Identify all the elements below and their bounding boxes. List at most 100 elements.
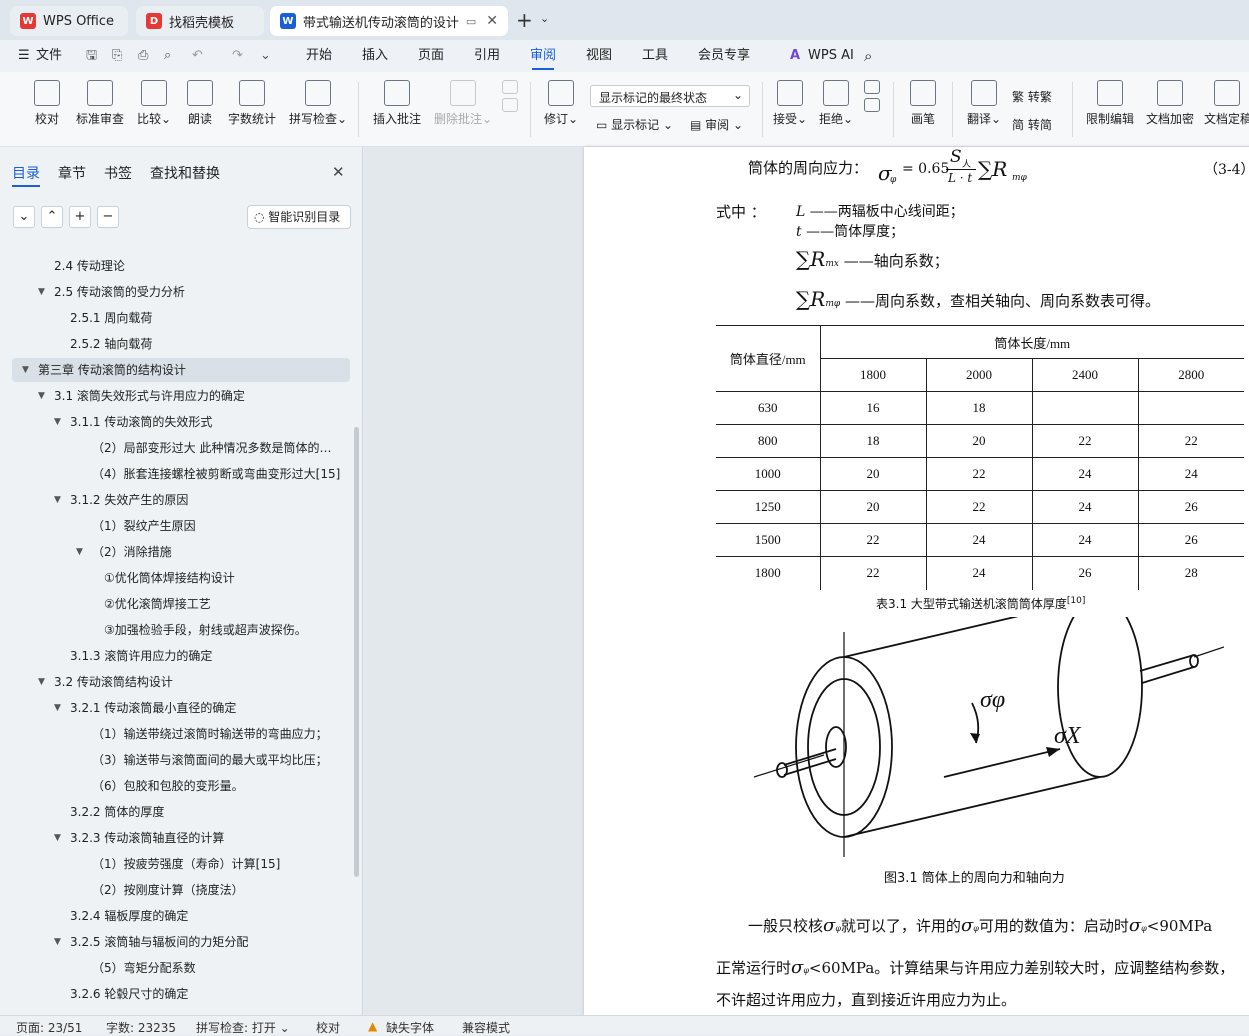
- show-markup-button[interactable]: ▭ 显示标记 ⌄: [596, 116, 673, 133]
- toc-item[interactable]: 3.1.3 滚筒许用应力的确定: [12, 644, 350, 668]
- missing-font-status[interactable]: 缺失字体: [386, 1019, 434, 1036]
- proofread-button[interactable]: 校对: [30, 80, 64, 127]
- word-count-button[interactable]: 字数统计: [226, 80, 278, 127]
- menu-page[interactable]: 页面: [418, 40, 444, 72]
- to-traditional-button[interactable]: 繁 转繁: [1012, 88, 1052, 105]
- review-pane-button[interactable]: ▤ 审阅 ⌄: [690, 116, 743, 133]
- collapse-up-button[interactable]: ⌃: [41, 206, 63, 228]
- spell-check-button[interactable]: 拼写检查⌄: [288, 80, 348, 127]
- toc-item[interactable]: ▼ 3.2.5 滚筒轴与辐板间的力矩分配: [12, 930, 350, 954]
- expand-arrow-icon[interactable]: ▼: [22, 358, 29, 382]
- menu-wps-ai[interactable]: WPS AI: [808, 40, 854, 72]
- pane-scrollbar[interactable]: [354, 427, 359, 877]
- close-tab-icon[interactable]: ✕: [486, 13, 498, 29]
- prev-comment-button[interactable]: [500, 80, 520, 116]
- toc-item[interactable]: ▼ 3.1.1 传动滚筒的失效形式: [12, 410, 350, 434]
- word-count[interactable]: 字数: 23235: [106, 1019, 176, 1036]
- toc-item[interactable]: 3.2.4 辐板厚度的确定: [12, 904, 350, 928]
- export-icon[interactable]: ⎘: [112, 40, 122, 72]
- menu-home[interactable]: 开始: [306, 40, 332, 72]
- translate-button[interactable]: 翻译⌄: [964, 80, 1004, 127]
- toc-item[interactable]: 3.2.2 筒体的厚度: [12, 800, 350, 824]
- insert-comment-button[interactable]: 插入批注: [372, 80, 422, 127]
- expand-arrow-icon[interactable]: ▼: [54, 930, 61, 954]
- expand-arrow-icon[interactable]: ▼: [38, 670, 45, 694]
- expand-arrow-icon[interactable]: ▼: [54, 826, 61, 850]
- toc-item[interactable]: 2.5.2 轴向载荷: [12, 332, 350, 356]
- toc-item[interactable]: （3）输送带与滚筒面间的最大或平均比压；: [12, 748, 350, 772]
- tab-document[interactable]: W 带式输送机传动滚筒的设计 说 ▭ ✕: [270, 6, 508, 36]
- expand-arrow-icon[interactable]: ▼: [54, 696, 61, 720]
- tab-docer-templates[interactable]: D 找稻壳模板: [136, 6, 264, 36]
- menu-tools[interactable]: 工具: [642, 40, 668, 72]
- toc-item[interactable]: ▼ 3.1.2 失效产生的原因: [12, 488, 350, 512]
- toc-item[interactable]: （5）弯矩分配系数: [12, 956, 350, 980]
- prev-change-button[interactable]: [862, 80, 882, 116]
- menu-review[interactable]: 审阅: [530, 40, 556, 72]
- expand-arrow-icon[interactable]: ▼: [54, 410, 61, 434]
- restrict-edit-button[interactable]: 限制编辑: [1084, 80, 1136, 127]
- standard-review-button[interactable]: 标准审查: [74, 80, 126, 127]
- expand-arrow-icon[interactable]: ▼: [54, 488, 61, 512]
- toc-item[interactable]: （4）胀套连接螺栓被剪断或弯曲变形过大[15]: [12, 462, 350, 486]
- redo-icon[interactable]: ↷: [232, 40, 243, 72]
- spell-check-status[interactable]: 拼写检查: 打开 ⌄: [196, 1019, 290, 1036]
- menu-insert[interactable]: 插入: [362, 40, 388, 72]
- print-preview-icon[interactable]: ⌕: [164, 40, 171, 72]
- toc-item[interactable]: （6）包胶和包胶的变形量。: [12, 774, 350, 798]
- expand-arrow-icon[interactable]: ▼: [38, 280, 45, 304]
- toc-item[interactable]: ▼ 3.2.3 传动滚筒轴直径的计算: [12, 826, 350, 850]
- tab-find-replace[interactable]: 查找和替换: [150, 163, 220, 183]
- save-icon[interactable]: 🖫: [86, 40, 97, 72]
- menu-references[interactable]: 引用: [474, 40, 500, 72]
- track-changes-button[interactable]: 修订⌄: [542, 80, 580, 127]
- toc-item[interactable]: ▼ 3.1 滚筒失效形式与许用应力的确定: [12, 384, 350, 408]
- monitor-icon[interactable]: ▭: [466, 15, 476, 28]
- new-tab-icon[interactable]: +: [516, 8, 533, 32]
- pen-button[interactable]: 画笔: [906, 80, 940, 127]
- menu-view[interactable]: 视图: [586, 40, 612, 72]
- undo-icon[interactable]: ↶: [192, 40, 203, 72]
- toc-item[interactable]: （1）裂纹产生原因: [12, 514, 350, 538]
- to-simplified-button[interactable]: 简 转简: [1012, 116, 1052, 133]
- delete-comment-button[interactable]: 删除批注⌄: [432, 80, 494, 127]
- toc-item[interactable]: ③加强检验手段，射线或超声波探伤。: [12, 618, 350, 642]
- encrypt-button[interactable]: 文档加密: [1144, 80, 1196, 127]
- toc-item[interactable]: ▼ 2.5 传动滚筒的受力分析: [12, 280, 350, 304]
- toc-item[interactable]: 3.2.6 轮毂尺寸的确定: [12, 982, 350, 1006]
- chevron-down-icon[interactable]: ⌄: [540, 12, 549, 25]
- close-pane-icon[interactable]: ✕: [332, 163, 345, 181]
- expand-arrow-icon[interactable]: ▼: [38, 384, 45, 408]
- compare-button[interactable]: 比较⌄: [134, 80, 174, 127]
- read-aloud-button[interactable]: 朗读: [184, 80, 216, 127]
- finalize-button[interactable]: 文档定稿: [1204, 80, 1249, 127]
- toc-item[interactable]: （2）局部变形过大 此种情况多数是筒体的中间部分因抗弯刚度不足而产生: [12, 436, 350, 460]
- tab-bookmarks[interactable]: 书签: [104, 163, 132, 183]
- toc-item[interactable]: ①优化筒体焊接结构设计: [12, 566, 350, 590]
- toc-item[interactable]: ▼ 3.2 传动滚筒结构设计: [12, 670, 350, 694]
- tab-wps-office[interactable]: W WPS Office: [10, 6, 128, 36]
- markup-state-select[interactable]: 显示标记的最终状态 ⌄: [590, 85, 750, 107]
- print-icon[interactable]: ⎙: [138, 40, 148, 72]
- toc-item[interactable]: （1）按疲劳强度（寿命）计算[15]: [12, 852, 350, 876]
- toc-item[interactable]: ▼ （2）消除措施: [12, 540, 350, 564]
- reject-button[interactable]: 拒绝⌄: [818, 80, 854, 127]
- smart-toc-button[interactable]: ◌ 智能识别目录: [247, 205, 351, 229]
- add-heading-button[interactable]: +: [69, 206, 91, 228]
- expand-down-button[interactable]: ⌄: [13, 206, 35, 228]
- proofread-status[interactable]: 校对: [316, 1019, 340, 1036]
- expand-arrow-icon[interactable]: ▼: [76, 540, 83, 564]
- hamburger-icon[interactable]: ☰: [18, 40, 30, 72]
- toc-item[interactable]: ▼ 第三章 传动滚筒的结构设计: [12, 358, 350, 382]
- tab-toc[interactable]: 目录: [12, 163, 40, 183]
- menu-member[interactable]: 会员专享: [698, 40, 750, 72]
- menu-file[interactable]: 文件: [36, 40, 62, 72]
- toc-item[interactable]: （2）按刚度计算（挠度法）: [12, 878, 350, 902]
- toc-item[interactable]: ▼ 3.2.1 传动滚筒最小直径的确定: [12, 696, 350, 720]
- tab-sections[interactable]: 章节: [58, 163, 86, 183]
- search-icon[interactable]: ⌕: [864, 40, 872, 72]
- toc-item[interactable]: 2.4 传动理论: [12, 254, 350, 278]
- remove-heading-button[interactable]: −: [97, 206, 119, 228]
- accept-button[interactable]: 接受⌄: [772, 80, 808, 127]
- more-chevron-icon[interactable]: ⌄: [260, 40, 271, 72]
